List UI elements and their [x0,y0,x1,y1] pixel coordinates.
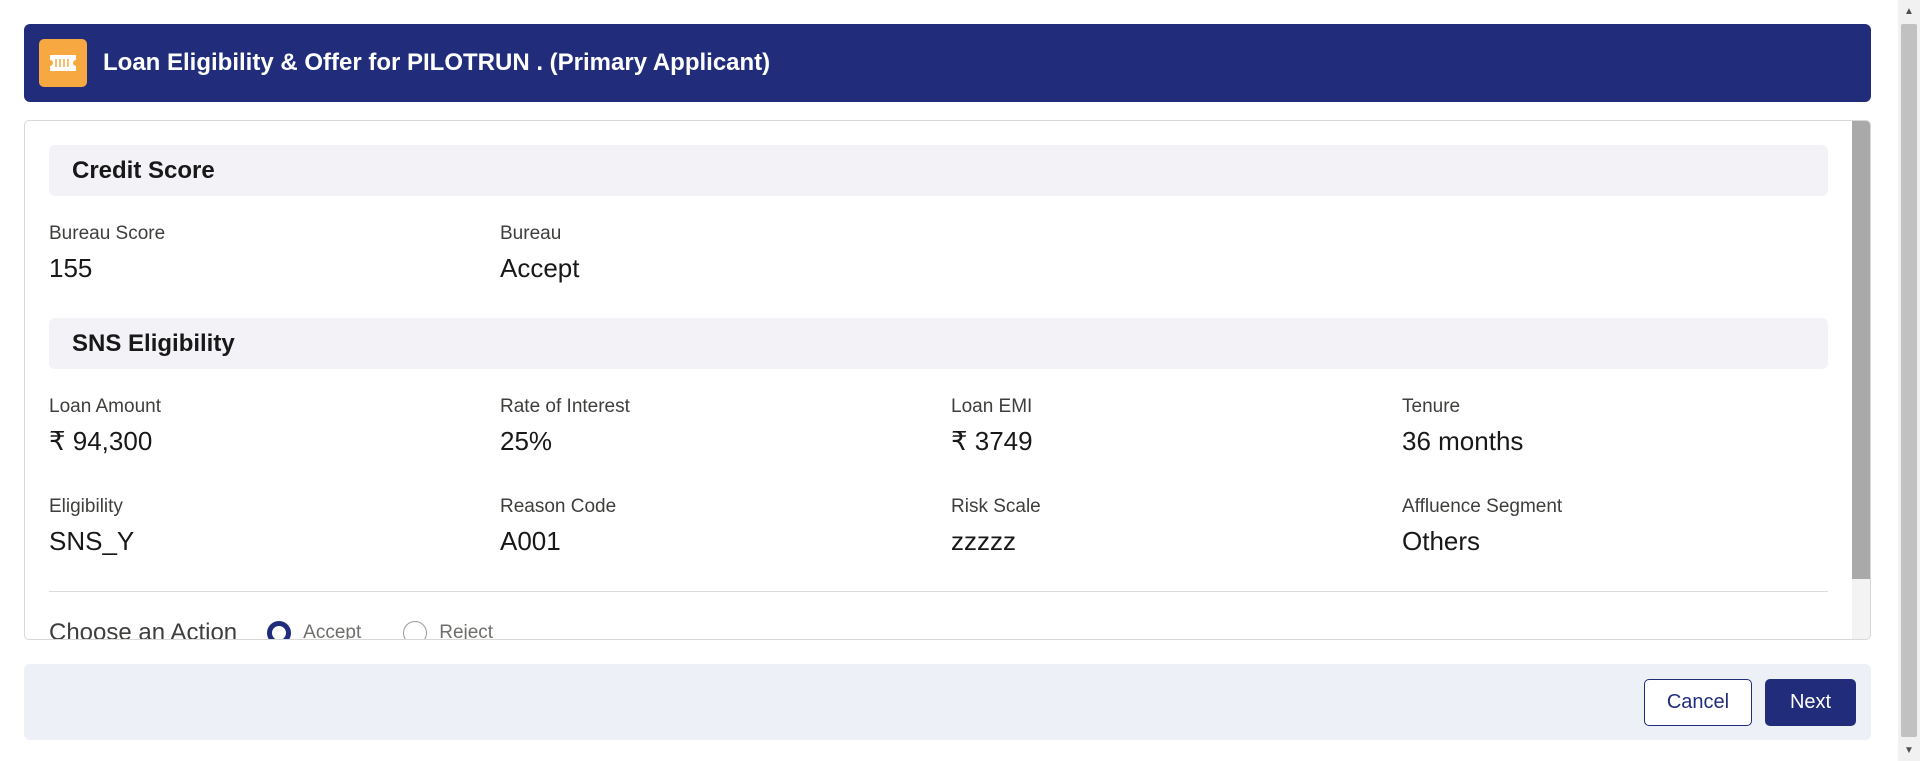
field-label: Rate of Interest [500,396,630,417]
field-label: Risk Scale [951,496,1041,517]
field-loan-amount: Loan Amount ₹ 94,300 [49,396,161,457]
action-radio-group: Choose an Action Accept Reject [49,617,494,640]
field-value: 155 [49,253,93,283]
scroll-down-arrow-icon[interactable]: ▼ [1898,739,1920,761]
ticket-icon [39,39,87,87]
field-affluence-segment: Affluence Segment Others [1402,496,1562,557]
radio-accept[interactable]: Accept [267,621,362,640]
field-value: A001 [500,526,561,556]
field-label: Tenure [1402,396,1461,417]
radio-button-selected[interactable] [267,621,292,639]
field-label: Loan Amount [49,396,161,417]
card-scrollbar[interactable] [1852,121,1870,639]
field-tenure: Tenure 36 months [1402,396,1523,457]
field-value: Others [1402,526,1481,556]
field-value: ₹ 94,300 [49,426,153,456]
card-scrollbar-thumb[interactable] [1852,121,1870,579]
section-header-sns-eligibility: SNS Eligibility [49,318,1828,369]
page-title: Loan Eligibility & Offer for PILOTRUN . … [103,49,771,76]
field-label: Bureau Score [49,223,166,244]
radio-button[interactable] [403,621,428,639]
next-button[interactable]: Next [1765,679,1856,726]
field-risk-scale: Risk Scale zzzzz [951,496,1041,557]
action-label: Choose an Action [49,619,238,640]
radio-label: Reject [439,622,494,640]
field-value: Accept [500,253,580,283]
field-label: Reason Code [500,496,617,517]
field-eligibility: Eligibility SNS_Y [49,496,134,557]
page-scrollbar[interactable]: ▲ ▼ [1898,0,1920,761]
field-value: ₹ 3749 [951,426,1033,456]
section-header-credit-score: Credit Score [49,145,1828,196]
field-value: 25% [500,426,553,456]
scroll-up-arrow-icon[interactable]: ▲ [1898,0,1920,22]
page-header: Loan Eligibility & Offer for PILOTRUN . … [24,24,1871,102]
radio-reject[interactable]: Reject [403,621,494,640]
field-value: 36 months [1402,426,1524,456]
field-label: Bureau [500,223,562,244]
radio-label: Accept [303,622,362,640]
field-bureau-score: Bureau Score 155 [49,223,165,284]
footer-bar: Cancel Next [24,664,1871,740]
cancel-button[interactable]: Cancel [1644,679,1752,726]
field-value: SNS_Y [49,526,135,556]
divider [49,591,1828,592]
field-rate-of-interest: Rate of Interest 25% [500,396,630,457]
field-label: Eligibility [49,496,123,517]
field-bureau: Bureau Accept [500,223,580,284]
field-label: Affluence Segment [1402,496,1563,517]
field-loan-emi: Loan EMI ₹ 3749 [951,396,1033,457]
page-scrollbar-thumb[interactable] [1901,24,1917,737]
field-label: Loan EMI [951,396,1033,417]
eligibility-card: Credit Score Bureau Score 155 Bureau Acc… [24,120,1871,640]
field-reason-code: Reason Code A001 [500,496,616,557]
field-value: zzzzz [951,526,1016,556]
